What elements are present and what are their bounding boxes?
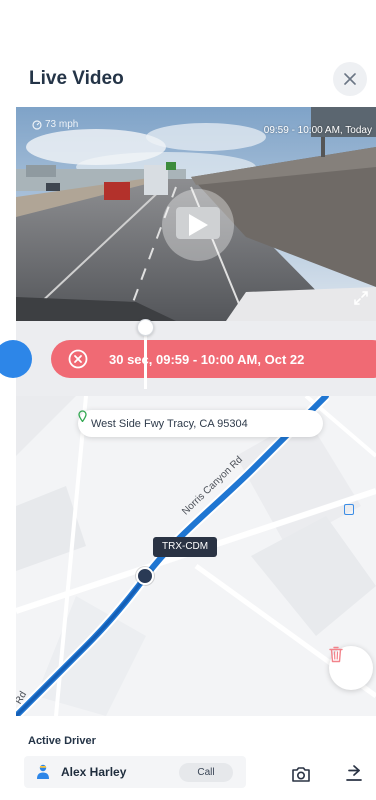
expand-icon <box>354 291 368 305</box>
map-view[interactable]: West Side Fwy Tracy, CA 95304 Norris Can… <box>16 396 376 716</box>
share-button[interactable] <box>341 760 367 786</box>
video-timestamp: 09:59 - 10:00 AM, Today <box>263 125 372 136</box>
delete-button[interactable] <box>329 646 373 690</box>
vehicle-location-marker[interactable] <box>136 567 154 585</box>
event-clip[interactable]: 30 sec, 09:59 - 10:00 AM, Oct 22 <box>51 340 376 378</box>
speed-readout: 73 mph <box>32 119 78 130</box>
address-text: West Side Fwy Tracy, CA 95304 <box>91 417 248 430</box>
play-button[interactable] <box>162 189 234 261</box>
fullscreen-button[interactable] <box>350 287 372 309</box>
close-circle-icon <box>68 349 88 369</box>
video-player[interactable]: 73 mph 09:59 - 10:00 AM, Today <box>16 107 376 321</box>
playhead-handle[interactable] <box>137 319 154 336</box>
driver-name: Alex Harley <box>61 765 127 779</box>
close-icon <box>344 73 356 85</box>
snapshot-button[interactable] <box>288 762 314 786</box>
call-button[interactable]: Call <box>179 763 233 782</box>
previous-event-marker[interactable] <box>0 340 32 378</box>
active-driver-heading: Active Driver <box>28 735 96 747</box>
page-title: Live Video <box>29 68 124 89</box>
event-timeline[interactable]: 30 sec, 09:59 - 10:00 AM, Oct 22 <box>0 319 376 396</box>
vehicle-label: TRX-CDM <box>153 537 218 557</box>
play-icon <box>189 214 208 236</box>
speedometer-icon <box>32 119 42 130</box>
speed-value: 73 mph <box>45 119 79 130</box>
location-pin-icon <box>78 410 87 422</box>
location-address[interactable]: West Side Fwy Tracy, CA 95304 <box>78 410 323 437</box>
trash-icon <box>329 646 343 663</box>
event-clip-label: 30 sec, 09:59 - 10:00 AM, Oct 22 <box>109 352 305 367</box>
share-icon <box>346 765 362 781</box>
driver-icon <box>37 764 49 779</box>
live-video-panel: Live Video 73 mph 09:59 - 10:00 AM, Toda… <box>0 0 376 800</box>
camera-icon <box>292 766 310 782</box>
poi-marker[interactable] <box>344 504 354 515</box>
panel-header: Live Video <box>16 0 376 107</box>
close-button[interactable] <box>333 62 367 96</box>
playhead-line <box>144 329 147 389</box>
driver-footer: Active Driver Alex Harley Call <box>16 716 376 800</box>
driver-row: Alex Harley Call <box>24 756 246 788</box>
